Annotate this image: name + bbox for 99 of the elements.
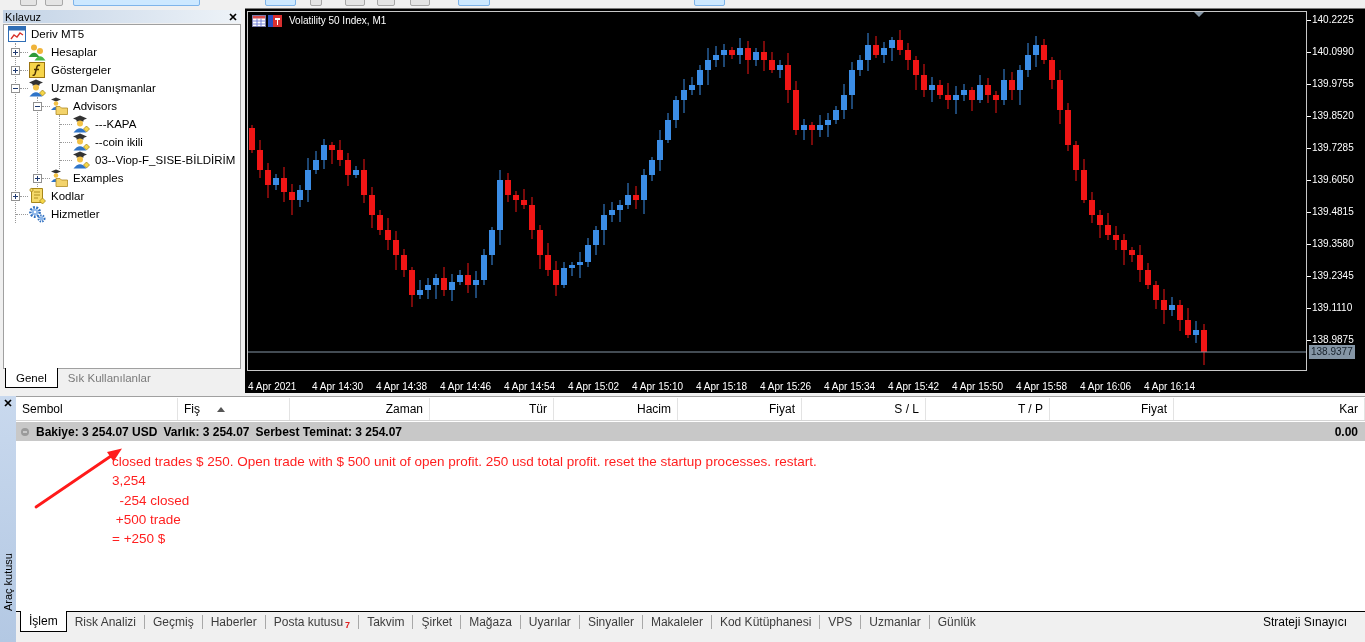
price-label: 139.8520: [1312, 109, 1354, 123]
graduate-folder-icon: [50, 169, 68, 187]
time-label: 4 Apr 15:58: [1016, 381, 1068, 392]
tab[interactable]: Sık Kullanılanlar: [57, 369, 161, 387]
time-label: 4 Apr 14:38: [376, 381, 428, 392]
price-label: 140.2225: [1312, 13, 1354, 27]
unread-count: 7: [345, 619, 351, 630]
tree-item[interactable]: 03--Viop-F_SISE-BİLDİRİM: [95, 153, 236, 167]
tab[interactable]: Makaleler: [642, 612, 711, 631]
tree-item[interactable]: Uzman Danışmanlar: [51, 81, 156, 95]
time-label: 4 Apr 15:10: [632, 381, 684, 392]
time-label: 4 Apr 16:14: [1144, 381, 1196, 392]
price-label: 139.4815: [1312, 205, 1354, 219]
time-label: 4 Apr 2021: [248, 381, 297, 392]
note-line: +500 trade: [114, 510, 181, 529]
tab[interactable]: Uyarılar: [520, 612, 579, 631]
panel-title: Kılavuz: [5, 10, 42, 23]
summary-text: Bakiye: 3 254.07 USD: [36, 424, 158, 439]
triangle-icon[interactable]: [1194, 12, 1204, 17]
price-label: 139.7285: [1312, 141, 1354, 155]
price-label: 139.9755: [1312, 77, 1354, 91]
note-line: closed trades $ 250. Open trade with $ 500 unit of open profit. 250 usd total profit. reset the startup processes. restart.: [112, 453, 817, 471]
graduate-folder-icon: [50, 97, 68, 115]
column-header[interactable]: Kar: [1174, 398, 1365, 420]
tab[interactable]: Risk Analizi: [66, 612, 145, 631]
note-line: = +250 $: [112, 530, 166, 549]
tab[interactable]: İşlem: [20, 611, 67, 632]
people-icon: [28, 43, 46, 61]
time-label: 4 Apr 15:18: [696, 381, 748, 392]
scroll-icon: [28, 187, 46, 205]
time-label: 4 Apr 16:06: [1080, 381, 1132, 392]
symbol-icon[interactable]: [268, 15, 282, 27]
tree-toggle[interactable]: [33, 101, 42, 111]
price-label: 139.3580: [1312, 237, 1354, 251]
graduate-icon: [28, 79, 46, 97]
price-label: 139.6050: [1312, 173, 1354, 187]
tree-toggle[interactable]: [11, 191, 20, 201]
price-label: 139.2345: [1312, 269, 1354, 283]
price-label: 140.0990: [1312, 45, 1354, 59]
column-header[interactable]: Sembol: [16, 398, 178, 420]
tree-toggle[interactable]: [11, 83, 20, 93]
tab[interactable]: Strateji Sınayıcı: [1256, 612, 1353, 631]
price-label: 139.1110: [1312, 301, 1353, 315]
panel-title: Araç kutusu: [1, 552, 15, 611]
time-label: 4 Apr 14:54: [504, 381, 556, 392]
current-price-label: 138.9377: [1309, 345, 1355, 359]
chart-title: Volatility 50 Index, M1: [289, 15, 387, 27]
column-header[interactable]: Fiyat: [678, 398, 802, 420]
graduate-icon: [72, 151, 90, 169]
note-line: 3,254: [112, 472, 146, 491]
summary-text: Varlık: 3 254.07: [163, 424, 250, 439]
tree-toggle[interactable]: [11, 47, 20, 57]
time-label: 4 Apr 15:42: [888, 381, 940, 392]
time-label: 4 Apr 15:26: [760, 381, 812, 392]
tree-item[interactable]: Göstergeler: [51, 63, 112, 77]
profit-value: 0.00: [1334, 424, 1358, 439]
tree-item[interactable]: --coin ikili: [95, 135, 143, 149]
function-icon: [28, 61, 46, 79]
tab[interactable]: VPS: [820, 612, 861, 631]
column-header[interactable]: Zaman: [290, 398, 430, 420]
tab[interactable]: Uzmanlar: [861, 612, 929, 631]
tab[interactable]: Takvim: [359, 612, 413, 631]
time-label: 4 Apr 15:34: [824, 381, 876, 392]
time-label: 4 Apr 14:46: [440, 381, 492, 392]
tab[interactable]: Haberler: [202, 612, 265, 631]
tree-item[interactable]: Hesaplar: [51, 45, 98, 59]
grid-icon[interactable]: [252, 15, 266, 27]
tab[interactable]: Sinyaller: [579, 612, 642, 631]
summary-text: Serbest Teminat: 3 254.07: [255, 424, 402, 439]
note-line: -254 closed: [118, 491, 190, 510]
close-icon[interactable]: [4, 399, 12, 407]
tree-item[interactable]: Hizmetler: [51, 207, 100, 221]
time-label: 4 Apr 14:30: [312, 381, 364, 392]
price-label: 138.9875: [1312, 333, 1354, 347]
tab[interactable]: Kod Kütüphanesi: [711, 612, 820, 631]
tab[interactable]: Şirket: [413, 612, 461, 631]
tab[interactable]: Mağaza: [461, 612, 520, 631]
tree-item[interactable]: Kodlar: [51, 189, 85, 203]
tree-toggle[interactable]: [11, 65, 20, 75]
column-header[interactable]: Tür: [430, 398, 554, 420]
column-header[interactable]: Hacim: [554, 398, 678, 420]
time-label: 4 Apr 15:02: [568, 381, 620, 392]
column-header[interactable]: T / P: [926, 398, 1050, 420]
column-header[interactable]: Fiyat: [1050, 398, 1174, 420]
time-label: 4 Apr 15:50: [952, 381, 1004, 392]
tree-toggle[interactable]: [33, 173, 42, 183]
tree-item[interactable]: Advisors: [73, 99, 118, 113]
column-header[interactable]: S / L: [802, 398, 926, 420]
tab[interactable]: Günlük: [929, 612, 984, 631]
tab[interactable]: Geçmiş: [145, 612, 202, 631]
column-header[interactable]: Fiş: [178, 398, 290, 420]
tree-item[interactable]: Examples: [73, 171, 124, 185]
tree-item[interactable]: Deriv MT5: [31, 27, 85, 41]
gears-icon: [28, 205, 46, 223]
graduate-icon: [72, 133, 90, 151]
close-icon[interactable]: [229, 12, 237, 21]
tab[interactable]: Genel: [5, 368, 58, 388]
tree-item[interactable]: ---KAPA: [95, 117, 137, 131]
graduate-icon: [72, 115, 90, 133]
